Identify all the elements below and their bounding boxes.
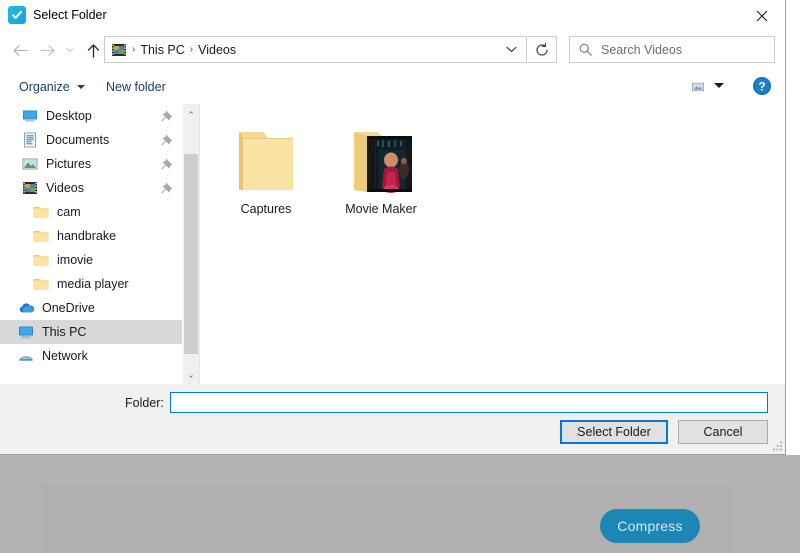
folder-with-thumbnail-icon bbox=[331, 114, 431, 198]
breadcrumb-videos[interactable]: Videos bbox=[198, 43, 236, 57]
folder-item-label: Movie Maker bbox=[331, 202, 431, 216]
sidebar-item-this-pc[interactable]: This PC bbox=[0, 320, 182, 344]
sidebar-scrollbar[interactable] bbox=[182, 104, 198, 384]
organize-button[interactable]: Organize bbox=[11, 75, 93, 98]
refresh-icon[interactable] bbox=[528, 36, 557, 63]
onedrive-icon bbox=[18, 300, 34, 316]
sidebar-item-label: Network bbox=[42, 349, 88, 363]
organize-label: Organize bbox=[19, 80, 70, 94]
scroll-down-chevron-down-icon[interactable] bbox=[183, 368, 199, 384]
sidebar-scrollbar-thumb[interactable] bbox=[184, 154, 198, 354]
sidebar-item-label: Documents bbox=[46, 133, 109, 147]
sidebar-item-label: OneDrive bbox=[42, 301, 95, 315]
sidebar-item-label: media player bbox=[57, 277, 129, 291]
folder-icon bbox=[216, 114, 316, 198]
folder-icon bbox=[33, 276, 49, 292]
dialog-titlebar: Select Folder bbox=[0, 0, 785, 31]
breadcrumb-this-pc[interactable]: This PC bbox=[140, 43, 184, 57]
pin-icon[interactable] bbox=[161, 157, 174, 170]
cancel-button[interactable]: Cancel bbox=[678, 420, 768, 444]
network-icon bbox=[18, 348, 34, 364]
dialog-title: Select Folder bbox=[33, 6, 107, 24]
pictures-icon bbox=[22, 156, 38, 172]
resize-grip-icon[interactable] bbox=[772, 440, 784, 452]
breadcrumb-separator: › bbox=[132, 44, 135, 55]
folder-list-content[interactable]: Captures Movie Maker bbox=[199, 104, 785, 384]
sidebar-item-label: Desktop bbox=[46, 109, 92, 123]
view-dropdown-chevron-down-icon[interactable] bbox=[714, 83, 724, 88]
sidebar-item-network[interactable]: Network bbox=[0, 344, 182, 368]
address-dropdown-chevron-down-icon[interactable] bbox=[497, 36, 526, 63]
checkmark-app-icon bbox=[8, 6, 26, 24]
search-icon bbox=[579, 43, 592, 56]
sidebar-item-label: imovie bbox=[57, 253, 93, 267]
sidebar-item-label: This PC bbox=[42, 325, 86, 339]
scroll-up-chevron-up-icon[interactable] bbox=[183, 104, 199, 120]
folder-icon bbox=[33, 204, 49, 220]
sidebar-item-label: cam bbox=[57, 205, 81, 219]
select-folder-button[interactable]: Select Folder bbox=[560, 420, 668, 444]
pin-icon[interactable] bbox=[161, 133, 174, 146]
sidebar-item-desktop[interactable]: Desktop bbox=[0, 104, 182, 128]
folder-icon bbox=[33, 228, 49, 244]
sidebar-item-documents[interactable]: Documents bbox=[0, 128, 182, 152]
search-placeholder-text: Search Videos bbox=[601, 43, 682, 57]
folder-path-input[interactable] bbox=[170, 392, 768, 413]
folder-field-label: Folder: bbox=[125, 396, 164, 410]
close-icon[interactable] bbox=[739, 0, 785, 31]
sidebar-item-imovie[interactable]: imovie bbox=[0, 248, 182, 272]
picture-view-icon[interactable] bbox=[686, 76, 710, 97]
videos-folder-icon bbox=[111, 42, 127, 58]
folder-item[interactable]: Movie Maker bbox=[331, 114, 431, 216]
breadcrumb-separator: › bbox=[190, 44, 193, 55]
this-pc-icon bbox=[18, 324, 34, 340]
svg-text:?: ? bbox=[758, 82, 765, 94]
documents-icon bbox=[22, 132, 38, 148]
background-app-panel-header bbox=[43, 473, 730, 483]
select-folder-dialog: Select Folder bbox=[0, 0, 786, 455]
arrow-left-icon[interactable] bbox=[6, 36, 34, 64]
pin-icon[interactable] bbox=[161, 181, 174, 194]
sidebar-item-media-player[interactable]: media player bbox=[0, 272, 182, 296]
chevron-down-icon bbox=[77, 85, 85, 89]
desktop-icon bbox=[22, 108, 38, 124]
help-circle-icon[interactable]: ? bbox=[752, 76, 772, 96]
compress-button[interactable]: Compress bbox=[600, 509, 700, 543]
videos-icon bbox=[22, 180, 38, 196]
folder-icon bbox=[33, 252, 49, 268]
search-input[interactable]: Search Videos bbox=[569, 36, 775, 63]
sidebar-item-handbrake[interactable]: handbrake bbox=[0, 224, 182, 248]
address-bar[interactable]: › This PC › Videos bbox=[104, 36, 527, 63]
pin-icon[interactable] bbox=[161, 109, 174, 122]
recent-locations-chevron-down-icon[interactable] bbox=[60, 36, 80, 64]
new-folder-button[interactable]: New folder bbox=[98, 75, 174, 98]
folder-item[interactable]: Captures bbox=[216, 114, 316, 216]
navigation-bar: › This PC › Videos Search Videos bbox=[0, 31, 785, 69]
sidebar-item-cam[interactable]: cam bbox=[0, 200, 182, 224]
sidebar-item-videos[interactable]: Videos bbox=[0, 176, 182, 200]
sidebar-item-pictures[interactable]: Pictures bbox=[0, 152, 182, 176]
arrow-up-icon[interactable] bbox=[79, 36, 107, 64]
navigation-sidebar[interactable]: Desktop Documents Pictures Videos cam handbra… bbox=[0, 104, 182, 384]
sidebar-item-onedrive[interactable]: OneDrive bbox=[0, 296, 182, 320]
sidebar-item-label: handbrake bbox=[57, 229, 116, 243]
folder-item-label: Captures bbox=[216, 202, 316, 216]
sidebar-item-label: Videos bbox=[46, 181, 84, 195]
arrow-right-icon[interactable] bbox=[34, 36, 62, 64]
dialog-toolbar: Organize New folder bbox=[0, 69, 785, 105]
sidebar-item-label: Pictures bbox=[46, 157, 91, 171]
